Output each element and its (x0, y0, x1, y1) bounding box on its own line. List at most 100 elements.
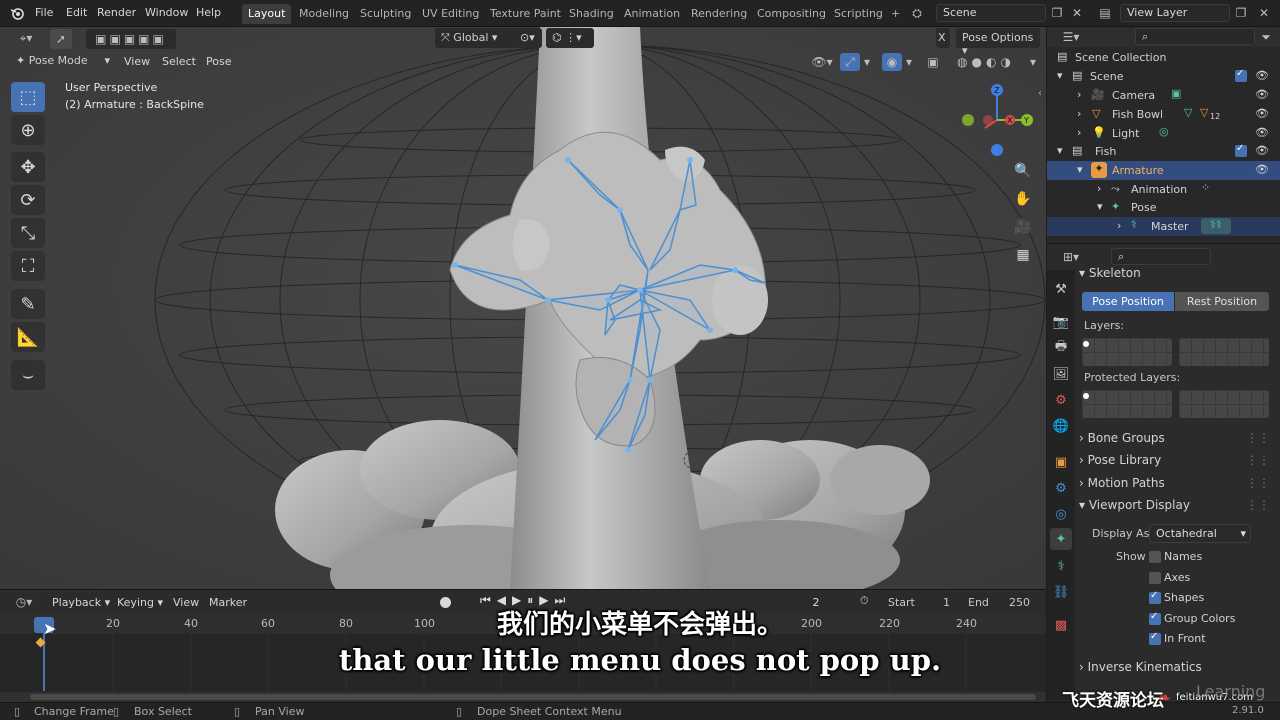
visibility-eye-icon[interactable]: 👁▾ (808, 53, 836, 71)
scene-icon[interactable]: ⛭ (908, 4, 926, 22)
3d-viewport[interactable]: Z Y X (0, 27, 1046, 589)
outliner-row-light[interactable]: › 💡 Light ◎ 👁 (1047, 124, 1280, 143)
physics-tab-icon[interactable]: ◎ (1052, 505, 1070, 523)
tab-texture-paint[interactable]: Texture Paint (484, 4, 567, 24)
outliner-row-camera[interactable]: › 🎥 Camera ▣ 👁 (1047, 86, 1280, 105)
tab-compositing[interactable]: Compositing (751, 4, 832, 24)
panel-pose-library[interactable]: › Pose Library ⋮⋮ (1079, 453, 1274, 473)
outliner-editor-icon[interactable]: ☰▾ (1057, 28, 1085, 46)
show-names-checkbox[interactable] (1149, 551, 1161, 563)
navigation-gizmo[interactable]: Z Y X (955, 75, 1035, 165)
tab-shading[interactable]: Shading (563, 4, 620, 24)
protected-layers-grid-left[interactable] (1082, 390, 1172, 418)
select-box-tool-icon[interactable]: ⬚ (11, 82, 45, 112)
editor-type-icon[interactable]: ⌖▾ (12, 29, 40, 47)
expand-arrow-icon[interactable]: ▾ (1057, 144, 1063, 157)
filter-icon[interactable]: ⏷ (1257, 28, 1275, 46)
outliner-row-pose[interactable]: ▾ ✦ Pose (1047, 198, 1280, 217)
expand-arrow-icon[interactable]: › (1097, 182, 1101, 195)
eye-icon[interactable]: 👁 (1255, 144, 1269, 157)
exclude-checkbox[interactable] (1235, 68, 1247, 82)
tab-uv-editing[interactable]: UV Editing (416, 4, 485, 24)
world-tab-icon[interactable]: 🌐 (1052, 417, 1070, 435)
tab-rendering[interactable]: Rendering (685, 4, 753, 24)
exclude-checkbox[interactable] (1235, 143, 1247, 157)
layers-grid-left[interactable] (1082, 338, 1172, 366)
outliner-row-scene-collection[interactable]: ▤ Scene Collection (1047, 48, 1280, 67)
drag-handle-icon[interactable]: ⋮⋮ (1246, 453, 1270, 467)
outliner-search-input[interactable]: ⌕ (1135, 28, 1255, 45)
show-shapes-checkbox[interactable] (1149, 590, 1161, 604)
new-view-layer-icon[interactable]: ❐ (1232, 4, 1250, 22)
eye-icon[interactable]: 👁 (1255, 69, 1269, 82)
panel-motion-paths[interactable]: › Motion Paths ⋮⋮ (1079, 476, 1274, 496)
protected-layers-grid-right[interactable] (1179, 390, 1269, 418)
eye-icon[interactable]: 👁 (1255, 163, 1269, 176)
bone-size-tool-icon[interactable]: ⌣ (11, 360, 45, 390)
overlays-dropdown-icon[interactable]: ▾ (902, 53, 916, 71)
panel-skeleton[interactable]: ▾ Skeleton (1079, 266, 1274, 286)
view-layer-selector[interactable]: View Layer (1120, 4, 1230, 22)
scene-tab-icon[interactable]: ⚙ (1052, 391, 1070, 409)
object-tab-icon[interactable]: ▣ (1052, 453, 1070, 471)
perspective-toggle-icon[interactable]: ▦ (1011, 243, 1035, 267)
properties-editor-icon[interactable]: ⊞▾ (1057, 248, 1085, 266)
sidebar-toggle-icon[interactable]: ‹ (1038, 88, 1042, 99)
drag-handle-icon[interactable]: ⋮⋮ (1246, 498, 1270, 512)
expand-arrow-icon[interactable]: › (1077, 88, 1081, 101)
outliner-row-armature[interactable]: ▾ ✦ Armature 👁 (1047, 161, 1280, 180)
outliner-row-animation[interactable]: › ⤳ Animation ⁘ (1047, 180, 1280, 199)
menu-view[interactable]: View (124, 55, 150, 68)
eye-icon[interactable]: 👁 (1255, 107, 1269, 120)
armature-data-tab-icon[interactable]: ✦ (1050, 528, 1072, 550)
drag-handle-icon[interactable]: ⋮⋮ (1246, 431, 1270, 445)
move-tool-icon[interactable]: ✥ (11, 152, 45, 182)
drag-handle-icon[interactable]: ⋮⋮ (1246, 476, 1270, 490)
modifiers-tab-icon[interactable]: ⚙ (1052, 479, 1070, 497)
scale-tool-icon[interactable]: ⤡ (11, 218, 45, 248)
gizmo-toggle-icon[interactable]: ⤢ (840, 53, 860, 71)
properties-search-input[interactable]: ⌕ (1111, 248, 1211, 265)
mode-dropdown[interactable]: ✦ Pose Mode ▾ (10, 51, 114, 71)
eye-icon[interactable]: 👁 (1255, 88, 1269, 101)
selection-mode-icons[interactable]: ▣▣▣▣▣ (86, 29, 176, 49)
camera-view-icon[interactable]: 🎥 (1011, 215, 1035, 239)
expand-arrow-icon[interactable]: ▾ (1097, 200, 1103, 213)
scene-selector[interactable]: Scene (936, 4, 1046, 22)
output-tab-icon[interactable]: 🖶 (1052, 339, 1070, 357)
gizmo-dropdown-icon[interactable]: ▾ (860, 53, 874, 71)
menu-edit[interactable]: Edit (66, 6, 87, 19)
bone-constraint-tab-icon[interactable]: ⛓ (1052, 583, 1070, 601)
tab-layout[interactable]: Layout (242, 4, 292, 24)
pivot-point-icon[interactable]: ⊙▾ (514, 28, 542, 48)
snapping-icon[interactable]: ⌬ ⋮▾ (546, 28, 594, 48)
pose-options-dropdown[interactable]: Pose Options ▾ (956, 28, 1040, 57)
menu-pose[interactable]: Pose (206, 55, 231, 68)
shading-dropdown-icon[interactable]: ▾ (1026, 53, 1040, 71)
outliner-row-fish[interactable]: ▾ ▤ Fish 👁 (1047, 142, 1280, 161)
menu-select[interactable]: Select (162, 55, 196, 68)
pose-position-button[interactable]: Pose Position (1082, 292, 1174, 311)
overlays-toggle-icon[interactable]: ◉ (882, 53, 902, 71)
menu-window[interactable]: Window (145, 6, 188, 19)
show-axes-checkbox[interactable] (1149, 572, 1161, 584)
add-workspace-button[interactable]: + (885, 4, 906, 24)
outliner-row-fish-bowl[interactable]: › ▽ Fish Bowl ▽ ▽ 12 👁 (1047, 105, 1280, 124)
mirror-x-button[interactable]: X (936, 28, 950, 48)
measure-tool-icon[interactable]: 📐 (11, 322, 45, 352)
view-layer-tab-icon[interactable]: 🖼 (1052, 365, 1070, 383)
menu-file[interactable]: File (35, 6, 53, 19)
layers-grid-right[interactable] (1179, 338, 1269, 366)
select-tool-icon[interactable]: ➚ (50, 29, 72, 49)
bone-tab-icon[interactable]: ⚕ (1052, 557, 1070, 575)
eye-icon[interactable]: 👁 (1255, 126, 1269, 139)
panel-bone-groups[interactable]: › Bone Groups ⋮⋮ (1079, 431, 1274, 451)
annotate-tool-icon[interactable]: ✎ (11, 289, 45, 319)
transform-tool-icon[interactable]: ⛶ (11, 251, 45, 281)
tab-sculpting[interactable]: Sculpting (354, 4, 417, 24)
expand-arrow-icon[interactable]: › (1117, 219, 1121, 232)
rest-position-button[interactable]: Rest Position (1175, 292, 1269, 311)
view-layer-icon[interactable]: ▤ (1096, 4, 1114, 22)
rotate-tool-icon[interactable]: ⟳ (11, 185, 45, 215)
delete-view-layer-icon[interactable]: ✕ (1255, 4, 1273, 22)
